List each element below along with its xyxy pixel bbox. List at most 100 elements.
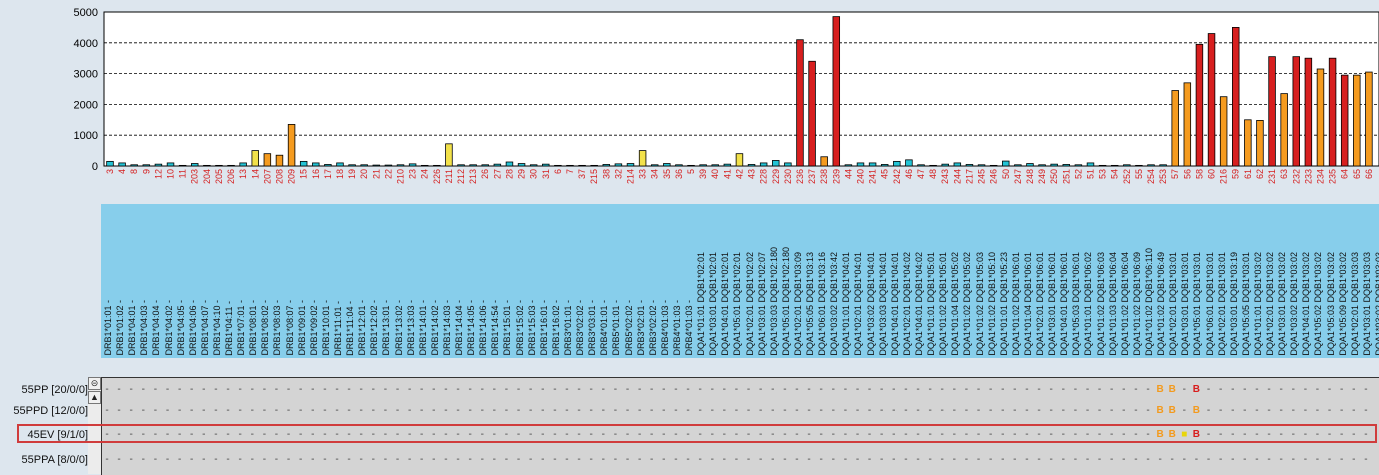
grid-cell[interactable]: - (404, 384, 416, 395)
grid-cell[interactable]: - (839, 384, 851, 395)
grid-cell[interactable]: - (1009, 454, 1021, 465)
grid-cell[interactable]: - (900, 454, 912, 465)
grid-cell[interactable]: - (973, 384, 985, 395)
grid-cell[interactable]: - (948, 405, 960, 416)
grid-cell[interactable]: - (1130, 454, 1142, 465)
grid-cell[interactable]: - (658, 454, 670, 465)
grid-cell[interactable]: - (912, 405, 924, 416)
grid-cell[interactable]: - (561, 405, 573, 416)
grid-cell[interactable]: - (706, 405, 718, 416)
grid-cell[interactable]: - (1203, 405, 1215, 416)
grid-cell[interactable]: - (1311, 405, 1323, 416)
grid-cell[interactable]: - (1251, 454, 1263, 465)
grid-cell[interactable]: - (149, 384, 161, 395)
grid-cell[interactable]: - (283, 454, 295, 465)
grid-cell[interactable]: - (694, 384, 706, 395)
grid-cell[interactable]: - (743, 454, 755, 465)
grid-cell[interactable]: - (416, 454, 428, 465)
grid-cell[interactable]: - (452, 454, 464, 465)
grid-cell[interactable]: - (1263, 384, 1275, 395)
grid-cell[interactable]: - (803, 405, 815, 416)
grid-cell[interactable]: - (1215, 384, 1227, 395)
grid-cell[interactable]: - (1069, 384, 1081, 395)
grid-cell[interactable]: - (815, 454, 827, 465)
grid-cell[interactable]: - (718, 454, 730, 465)
grid-cell[interactable]: - (452, 384, 464, 395)
grid-cell[interactable]: - (658, 384, 670, 395)
grid-cell[interactable]: - (404, 405, 416, 416)
grid-cell[interactable]: - (827, 384, 839, 395)
grid-cell[interactable]: - (585, 454, 597, 465)
grid-cell[interactable]: - (1215, 454, 1227, 465)
grid-cell[interactable]: - (234, 384, 246, 395)
grid-cell[interactable]: - (960, 405, 972, 416)
grid-cell[interactable]: - (1033, 384, 1045, 395)
grid-cell[interactable]: - (682, 405, 694, 416)
grid-cell[interactable]: - (137, 405, 149, 416)
grid-cell[interactable]: - (609, 454, 621, 465)
grid-cell[interactable]: - (343, 454, 355, 465)
grid-cell[interactable]: - (730, 384, 742, 395)
grid-cell[interactable]: - (1360, 384, 1372, 395)
grid-cell[interactable]: - (307, 384, 319, 395)
grid-cell[interactable]: - (839, 454, 851, 465)
grid-cell[interactable]: - (743, 405, 755, 416)
grid-cell[interactable]: - (815, 405, 827, 416)
grid-cell[interactable]: - (440, 384, 452, 395)
grid-cell[interactable]: - (573, 454, 585, 465)
grid-cell[interactable]: - (1251, 405, 1263, 416)
grid-cell[interactable]: - (464, 384, 476, 395)
grid-cell[interactable]: - (1178, 405, 1190, 416)
grid-cell[interactable]: - (392, 384, 404, 395)
grid-cell[interactable]: - (1142, 384, 1154, 395)
grid-cell[interactable]: - (283, 384, 295, 395)
grid-cell[interactable]: - (609, 405, 621, 416)
grid-cell[interactable]: - (1045, 384, 1057, 395)
grid-cell[interactable]: - (1045, 454, 1057, 465)
grid-cell[interactable]: - (924, 384, 936, 395)
grid-cell[interactable]: - (900, 384, 912, 395)
grid-cell[interactable]: - (1336, 454, 1348, 465)
grid-cell[interactable]: - (113, 405, 125, 416)
grid-cell[interactable]: - (743, 384, 755, 395)
grid-cell[interactable]: - (331, 454, 343, 465)
grid-cell[interactable]: - (609, 384, 621, 395)
grid-cell[interactable]: - (222, 454, 234, 465)
grid-cell[interactable]: - (851, 384, 863, 395)
grid-cell[interactable]: - (985, 384, 997, 395)
grid-cell[interactable]: - (1106, 384, 1118, 395)
grid-cell[interactable]: - (694, 454, 706, 465)
grid-cell[interactable]: - (1336, 384, 1348, 395)
grid-cell[interactable]: - (549, 454, 561, 465)
grid-cell[interactable]: - (1203, 384, 1215, 395)
grid-cell[interactable]: - (1081, 405, 1093, 416)
grid-cell[interactable]: - (379, 405, 391, 416)
grid-cell[interactable]: - (1021, 405, 1033, 416)
grid-cell[interactable]: - (985, 454, 997, 465)
grid-cell[interactable]: - (1106, 454, 1118, 465)
grid-cell[interactable]: - (646, 384, 658, 395)
grid-cell[interactable]: - (1118, 384, 1130, 395)
grid-cell[interactable]: - (210, 454, 222, 465)
grid-cell[interactable]: - (888, 405, 900, 416)
grid-cell[interactable]: - (210, 384, 222, 395)
grid-cell[interactable]: - (113, 384, 125, 395)
grid-cell[interactable]: - (186, 454, 198, 465)
grid-cell[interactable]: - (513, 405, 525, 416)
grid-cell[interactable]: - (222, 405, 234, 416)
grid-cell[interactable]: - (1275, 384, 1287, 395)
grid-cell[interactable]: B (1190, 384, 1202, 395)
grid-cell[interactable]: - (440, 405, 452, 416)
grid-cell[interactable]: - (137, 454, 149, 465)
grid-cell[interactable]: - (186, 405, 198, 416)
grid-cell[interactable]: - (488, 384, 500, 395)
grid-cell[interactable]: - (851, 454, 863, 465)
grid-cell[interactable]: - (1299, 384, 1311, 395)
grid-cell[interactable]: - (682, 384, 694, 395)
grid-cell[interactable]: - (1311, 454, 1323, 465)
grid-cell[interactable]: - (392, 405, 404, 416)
grid-cell[interactable]: - (767, 454, 779, 465)
grid-cell[interactable]: - (1094, 405, 1106, 416)
row-label[interactable]: 55PPA [8/0/0] (0, 454, 88, 466)
grid-cell[interactable]: - (839, 405, 851, 416)
